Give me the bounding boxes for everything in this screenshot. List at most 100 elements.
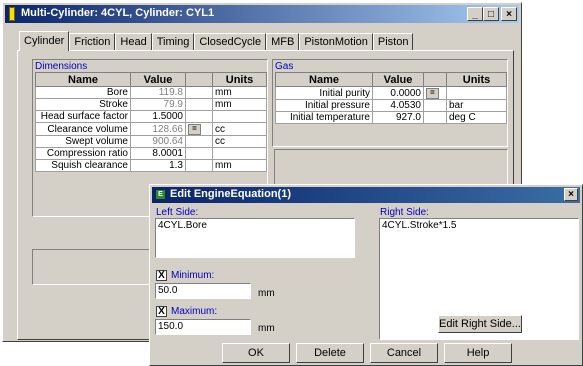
equation-button[interactable]: = [426,88,439,99]
maximum-unit: mm [258,323,275,334]
minimum-checkbox[interactable]: X [156,270,167,281]
maximum-label: Maximum: [171,306,218,317]
edit-right-side-button[interactable]: Edit Right Side... [438,315,522,333]
edit-equation-dialog: E Edit EngineEquation(1) × Left Side: 4C… [149,184,583,366]
dimensions-title: Dimensions [35,61,88,72]
col-value-header: Value [130,72,186,87]
lower-info-panel [32,249,152,285]
gas-info-panel [274,149,508,185]
window-title: Multi-Cylinder: 4CYL, Cylinder: CYL1 [21,7,215,19]
table-row[interactable]: Head surface factor 1.5000 [35,110,267,123]
table-row[interactable]: Squish clearance 1.3 mm [35,159,267,172]
col-value-header: Value [372,72,424,87]
row-name: Squish clearance [35,159,131,172]
tab-closedcycle[interactable]: ClosedCycle [194,33,267,50]
row-units: deg C [446,111,507,124]
col-eq-header [423,72,447,87]
row-value[interactable]: 927.0 [372,111,424,124]
row-value[interactable]: 119.8 [130,86,186,99]
minimum-unit: mm [258,288,275,299]
row-eq[interactable]: = [423,86,447,100]
tab-head[interactable]: Head [115,33,152,50]
row-units: cc [212,122,267,136]
row-name: Bore [35,86,131,99]
col-eq-header [185,72,213,87]
row-name: Swept volume [35,135,131,148]
gas-title: Gas [275,61,294,72]
tab-piston[interactable]: Piston [372,33,414,50]
table-row[interactable]: Compression ratio 8.0001 [35,147,267,160]
row-eq [185,98,213,111]
maximum-checkbox[interactable]: X [156,306,167,317]
row-value[interactable]: 128.66 [130,122,186,136]
title-bar[interactable]: Multi-Cylinder: 4CYL, Cylinder: CYL1 _ □… [5,5,519,23]
table-row[interactable]: Bore 119.8 mm [35,86,267,99]
row-eq [185,147,213,160]
dialog-title: Edit EngineEquation(1) [170,188,291,200]
row-units: mm [212,159,267,172]
col-units-header: Units [446,72,507,87]
row-units [446,86,507,100]
tab-strip: Cylinder Friction Head Timing ClosedCycl… [19,31,414,51]
equation-button[interactable]: = [188,124,201,135]
row-eq [185,159,213,172]
row-units [212,147,267,160]
row-eq[interactable]: = [185,122,213,136]
row-value[interactable]: 4.0530 [372,99,424,112]
maximum-field[interactable]: 150.0 [155,319,251,335]
row-units: mm [212,86,267,99]
table-row[interactable]: Stroke 79.9 mm [35,98,267,111]
right-side-text: 4CYL.Stroke*1.5 [382,220,457,231]
left-side-field[interactable]: 4CYL.Bore [155,218,355,258]
left-side-label: Left Side: [156,207,199,218]
row-units [212,110,267,123]
app-icon [9,7,15,21]
close-button[interactable]: × [501,7,517,21]
tab-cylinder[interactable]: Cylinder [19,31,70,51]
table-row[interactable]: Swept volume 900.64 cc [35,135,267,148]
row-name: Stroke [35,98,131,111]
dialog-close-button[interactable]: × [564,188,578,201]
row-units: bar [446,99,507,112]
row-units: cc [212,135,267,148]
ok-button[interactable]: OK [222,343,290,363]
maximize-button[interactable]: □ [483,7,499,21]
minimum-field[interactable]: 50.0 [155,283,251,299]
table-row[interactable]: Clearance volume 128.66 = cc [35,122,267,136]
row-value[interactable]: 1.5000 [130,110,186,123]
row-value[interactable]: 79.9 [130,98,186,111]
row-name: Initial pressure [275,99,373,112]
row-eq [423,99,447,112]
table-row[interactable]: Initial temperature 927.0 deg C [275,111,507,124]
row-eq [185,135,213,148]
row-name: Clearance volume [35,122,131,136]
tab-friction[interactable]: Friction [69,33,116,50]
tab-mfb[interactable]: MFB [266,33,300,50]
table-row[interactable]: Initial pressure 4.0530 bar [275,99,507,112]
tab-pistonmotion[interactable]: PistonMotion [299,33,373,50]
row-name: Head surface factor [35,110,131,123]
row-value[interactable]: 900.64 [130,135,186,148]
cancel-button[interactable]: Cancel [370,343,438,363]
row-name: Initial temperature [275,111,373,124]
gas-table: Name Value Units Initial purity 0.0000 =… [275,72,507,124]
col-units-header: Units [212,72,267,87]
row-eq [423,111,447,124]
right-side-label: Right Side: [380,207,429,218]
row-value[interactable]: 8.0001 [130,147,186,160]
row-eq [185,86,213,99]
row-eq [185,110,213,123]
row-value[interactable]: 0.0000 [372,86,424,100]
gas-group: Gas Name Value Units Initial purity 0.00… [272,59,508,147]
row-value[interactable]: 1.3 [130,159,186,172]
table-row[interactable]: Initial purity 0.0000 = [275,86,507,100]
help-button[interactable]: Help [444,343,512,363]
col-name-header: Name [275,72,373,87]
tab-timing[interactable]: Timing [151,33,195,50]
minimum-label: Minimum: [171,270,215,281]
equation-icon: E [156,190,165,199]
dialog-title-bar[interactable]: E Edit EngineEquation(1) × [152,187,580,203]
delete-button[interactable]: Delete [296,343,364,363]
row-name: Initial purity [275,86,373,100]
minimize-button[interactable]: _ [467,7,483,21]
